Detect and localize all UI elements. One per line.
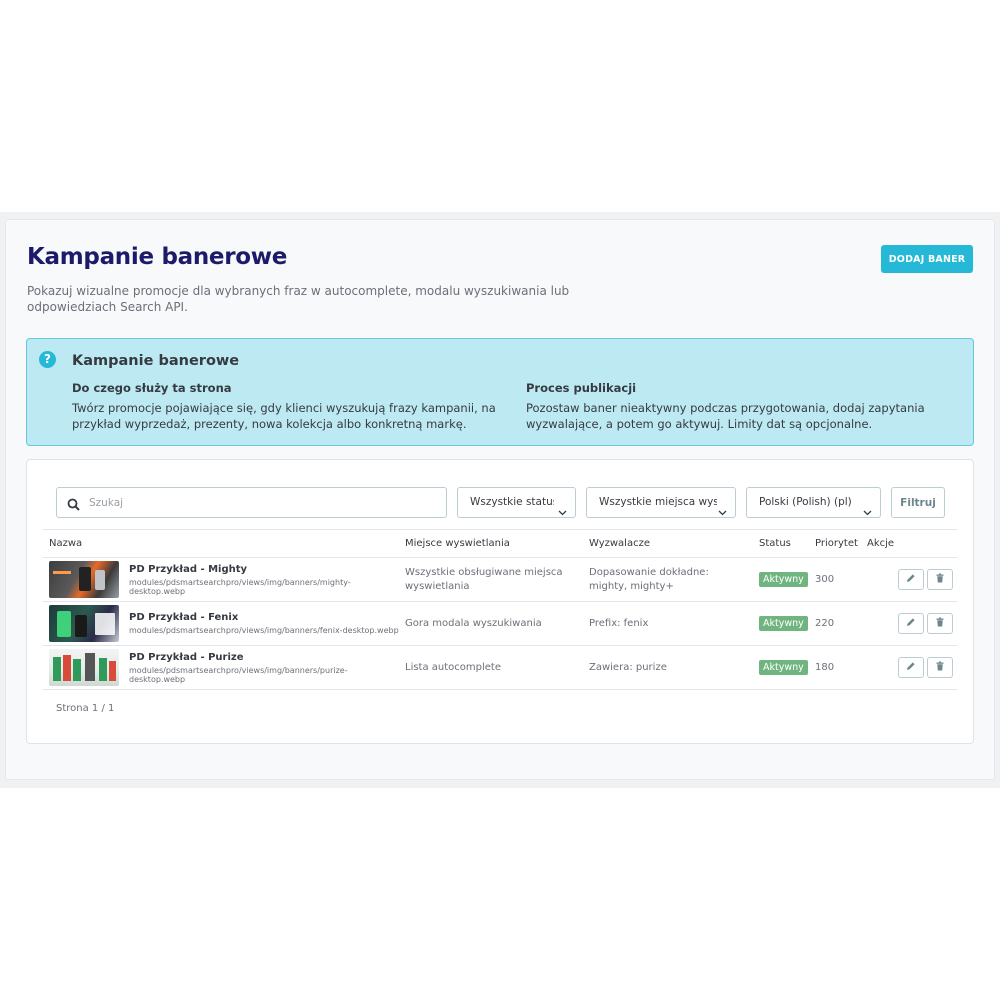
table-row[interactable]: PD Przykład - Mighty modules/pdsmartsear… (43, 557, 957, 602)
placement-cell: Lista autocomplete (399, 645, 583, 690)
search-input[interactable] (89, 494, 429, 512)
column-header-priority[interactable]: Priorytet (809, 529, 861, 558)
pencil-icon (906, 661, 916, 674)
page-description: Pokazuj wizualne promocje dla wybranych … (27, 284, 570, 314)
language-select-value: Polski (Polish) (pl) (759, 496, 852, 508)
chevron-down-icon (558, 499, 567, 517)
placement-cell: Gora modala wyszukiwania (399, 601, 583, 646)
info-column-publication: Proces publikacji Pozostaw baner nieakty… (526, 381, 966, 432)
column-header-placement[interactable]: Miejsce wyswietlania (399, 529, 583, 558)
language-select[interactable]: Polski (Polish) (pl) (746, 487, 881, 518)
triggers-cell: Prefix: fenix (583, 601, 753, 646)
info-title: Kampanie banerowe (72, 353, 240, 369)
trash-icon (935, 573, 945, 586)
priority-cell: 180 (809, 645, 861, 690)
status-badge: Aktywny (759, 660, 808, 675)
column-header-name[interactable]: Nazwa (43, 529, 399, 558)
pagination-label: Strona 1 / 1 (56, 703, 115, 714)
banner-path: modules/pdsmartsearchpro/views/img/banne… (129, 626, 399, 635)
banner-thumbnail (49, 649, 119, 686)
status-badge: Aktywny (759, 572, 808, 587)
banner-name: PD Przykład - Fenix (129, 612, 239, 623)
banners-card: Wszystkie statusy Wszystkie miejsca wysw… (26, 459, 974, 744)
column-header-status[interactable]: Status (753, 529, 809, 558)
table-row[interactable]: PD Przykład - Purize modules/pdsmartsear… (43, 645, 957, 690)
trash-icon (935, 617, 945, 630)
banner-name: PD Przykład - Purize (129, 651, 244, 663)
pencil-icon (906, 573, 916, 586)
banner-path: modules/pdsmartsearchpro/views/img/banne… (129, 665, 348, 684)
info-column-purpose: Do czego służy ta strona Twórz promocje … (72, 381, 512, 432)
placement-select-value: Wszystkie miejsca wyswietlania (599, 496, 717, 508)
banners-table: Nazwa Miejsce wyswietlania Wyzwalacze St… (43, 529, 957, 690)
info-heading-publication: Proces publikacji (526, 381, 637, 395)
edit-button[interactable] (898, 569, 924, 590)
trash-icon (935, 661, 945, 674)
column-header-actions: Akcje (861, 529, 957, 558)
status-select[interactable]: Wszystkie statusy (457, 487, 576, 518)
info-box: ? Kampanie banerowe Do czego służy ta st… (26, 338, 974, 446)
delete-button[interactable] (927, 657, 953, 678)
search-icon (67, 496, 80, 515)
placement-select[interactable]: Wszystkie miejsca wyswietlania (586, 487, 736, 518)
column-header-triggers[interactable]: Wyzwalacze (583, 529, 753, 558)
info-text-publication: Pozostaw baner nieaktywny podczas przygo… (526, 401, 925, 431)
help-icon: ? (39, 351, 56, 368)
edit-button[interactable] (898, 613, 924, 634)
info-text-purpose: Twórz promocje pojawiające się, gdy klie… (72, 401, 496, 431)
banner-path: modules/pdsmartsearchpro/views/img/banne… (129, 577, 351, 596)
banner-thumbnail (49, 605, 119, 642)
table-header-row: Nazwa Miejsce wyswietlania Wyzwalacze St… (43, 529, 957, 558)
main-panel: Kampanie banerowe Pokazuj wizualne promo… (5, 219, 995, 780)
triggers-cell: Zawiera: purize (583, 645, 753, 690)
banner-thumbnail (49, 561, 119, 598)
info-heading-purpose: Do czego służy ta strona (72, 381, 232, 395)
page-title: Kampanie banerowe (27, 244, 288, 270)
chevron-down-icon (863, 499, 872, 517)
placement-cell: Wszystkie obsługiwane miejsca wyswietlan… (399, 557, 583, 602)
edit-button[interactable] (898, 657, 924, 678)
search-box[interactable] (56, 487, 447, 518)
banner-name: PD Przykład - Mighty (129, 563, 248, 575)
filter-button[interactable]: Filtruj (891, 487, 945, 518)
status-badge: Aktywny (759, 616, 808, 631)
chevron-down-icon (718, 499, 727, 517)
delete-button[interactable] (927, 569, 953, 590)
triggers-cell: Dopasowanie dokładne: mighty, mighty+ (583, 557, 753, 602)
page-background: Kampanie banerowe Pokazuj wizualne promo… (0, 212, 1000, 788)
delete-button[interactable] (927, 613, 953, 634)
pencil-icon (906, 617, 916, 630)
priority-cell: 220 (809, 601, 861, 646)
priority-cell: 300 (809, 557, 861, 602)
table-row[interactable]: PD Przykład - Fenix modules/pdsmartsearc… (43, 601, 957, 646)
add-banner-button[interactable]: DODAJ BANER (881, 245, 973, 273)
status-select-value: Wszystkie statusy (470, 496, 554, 508)
